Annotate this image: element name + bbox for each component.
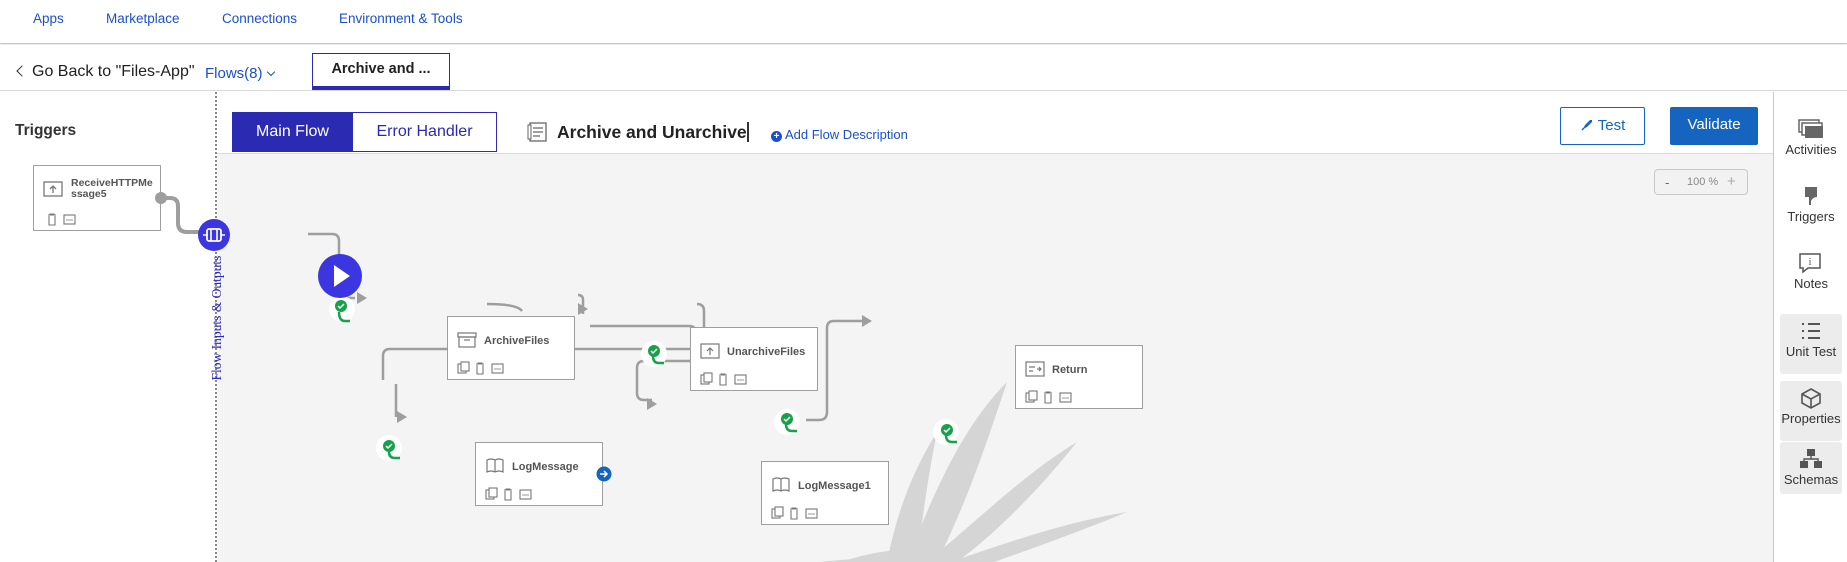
activity-node-logmessage1[interactable]: LogMessage1 [761,461,889,525]
copy-icon [1025,390,1038,403]
branch-success-icon [376,435,402,461]
upload-box-icon [43,181,63,197]
nav-marketplace[interactable]: Marketplace [106,11,180,26]
trash-icon [1044,391,1052,404]
trash-icon [476,362,484,375]
activity-node-label: LogMessage1 [798,480,871,492]
sidepanel-unit-test[interactable]: Unit Test [1780,314,1842,374]
activity-node-label: Return [1052,364,1088,376]
activity-node-label: ArchiveFiles [484,335,550,347]
top-navigation: Apps Marketplace Connections Environment… [0,0,1847,44]
sidepanel-notes-label: Notes [1794,276,1828,291]
activity-node-unarchive[interactable]: UnarchiveFiles [690,327,818,391]
schemas-icon [1800,449,1822,468]
unit-test-icon [1802,323,1820,339]
notes-icon: i [1799,253,1821,274]
node-actions [1025,390,1072,404]
sidepanel-properties-label: Properties [1781,411,1841,426]
sidepanel-properties[interactable]: Properties [1780,381,1842,441]
activity-node-label: UnarchiveFiles [727,346,806,358]
back-link[interactable]: Go Back to "Files-App" [16,63,195,81]
flows-dropdown-label: Flows(8) [205,65,263,82]
properties-cube-icon [1801,388,1821,409]
flow-inputs-outputs-label[interactable]: Flow Inputs & Outputs [209,238,225,398]
unarchive-box-icon [700,343,720,359]
sidepanel-notes[interactable]: i Notes [1780,246,1842,306]
activities-icon [1798,119,1823,138]
branch-success-icon [933,419,959,445]
activity-node-return[interactable]: Return [1015,345,1143,409]
tab-archive-flow[interactable]: Archive and ... [312,53,450,90]
flow-subbar: Go Back to "Files-App" Flows(8) Archive … [0,45,1847,91]
back-link-label: Go Back to "Files-App" [32,63,195,80]
sidepanel-activities[interactable]: Activities [1780,112,1842,172]
copy-icon [771,506,784,519]
log-book-icon [486,458,504,473]
flows-dropdown[interactable]: Flows(8) [205,65,275,82]
triggers-icon [1805,187,1817,205]
play-start-icon[interactable] [317,253,363,299]
archive-box-icon [457,332,477,348]
map-icon [805,508,818,519]
chevron-down-icon [266,67,275,77]
trash-icon [504,488,512,501]
svg-text:i: i [1809,257,1812,268]
branch-add-arrow-icon[interactable] [596,466,612,482]
activity-node-label: LogMessage [512,461,579,473]
node-actions [457,361,504,375]
flow-canvas[interactable]: Main Flow Error Handler Archive and Unar… [217,92,1773,562]
copy-icon [700,372,713,385]
branch-success-icon [774,409,800,435]
node-actions [700,372,747,386]
sidepanel-unit-test-label: Unit Test [1785,344,1837,359]
map-icon [519,489,532,500]
trash-icon [790,507,798,520]
map-icon [734,374,747,385]
triggers-panel: Triggers ReceiveHTTPMe ssage5 [0,92,216,562]
copy-icon [485,487,498,500]
branch-success-icon [329,296,355,323]
activity-node-logmessage[interactable]: LogMessage [475,442,603,506]
return-icon [1025,361,1045,377]
chevron-left-icon [16,65,28,77]
nav-connections[interactable]: Connections [222,11,297,26]
trash-icon [719,373,727,386]
copy-icon [457,361,470,374]
sidepanel-schemas[interactable]: Schemas [1780,442,1842,494]
trigger-node-label: ReceiveHTTPMe ssage5 [71,177,153,200]
right-sidepanel: Activities Triggers i Notes Unit Test Pr… [1773,92,1847,562]
node-actions [48,213,76,226]
sidepanel-triggers-label: Triggers [1787,209,1835,224]
triggers-title: Triggers [15,122,77,139]
sidepanel-schemas-label: Schemas [1783,472,1839,487]
map-icon [63,214,76,225]
map-icon [1059,392,1072,403]
nav-environment-tools[interactable]: Environment & Tools [339,11,463,26]
sidepanel-activities-label: Activities [1785,142,1837,157]
node-actions [485,487,532,501]
trash-icon [48,213,56,226]
trigger-node-receive-http[interactable]: ReceiveHTTPMe ssage5 [33,165,161,231]
node-actions [771,506,818,520]
sidepanel-triggers[interactable]: Triggers [1780,179,1842,239]
activity-node-archive[interactable]: ArchiveFiles [447,316,575,380]
nav-apps[interactable]: Apps [33,11,64,26]
log-book-icon [772,477,790,492]
branch-success-icon [641,341,667,367]
map-icon [491,363,504,374]
